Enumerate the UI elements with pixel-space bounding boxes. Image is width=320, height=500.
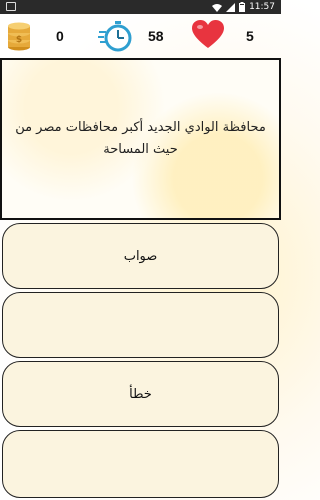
status-clock: 11:57	[249, 2, 275, 12]
stopwatch-icon	[98, 21, 132, 52]
coins-icon: $	[8, 22, 30, 51]
coins-value: 0	[56, 28, 64, 44]
battery-icon	[239, 2, 246, 12]
question-text: محافظة الوادي الجديد أكبر محافظات مصر من…	[15, 120, 266, 157]
signal-icon	[226, 2, 236, 12]
coins-counter: $ 0	[6, 20, 64, 52]
question-card: محافظة الوادي الجديد أكبر محافظات مصر من…	[0, 58, 281, 220]
notification-icon	[6, 2, 16, 11]
status-bar: 11:57	[0, 0, 281, 14]
answer-blank-button-2[interactable]	[2, 430, 279, 498]
timer-counter: 58	[98, 20, 164, 52]
lives-counter: 5	[192, 20, 254, 50]
answer-false-button[interactable]: خطأ	[2, 361, 279, 427]
svg-text:$: $	[16, 35, 22, 45]
wifi-icon	[212, 3, 223, 12]
game-hud: $ 0 58 5	[0, 14, 281, 58]
answer-true-button[interactable]: صواب	[2, 223, 279, 289]
timer-value: 58	[148, 28, 164, 44]
answer-blank-button-1[interactable]	[2, 292, 279, 358]
heart-icon	[192, 20, 224, 48]
status-icons: 11:57	[212, 1, 275, 13]
lives-value: 5	[246, 28, 254, 44]
